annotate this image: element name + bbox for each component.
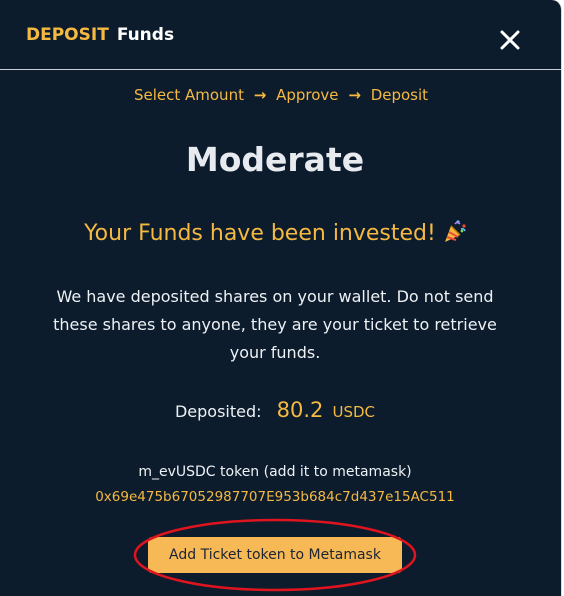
modal-header: DEPOSIT Funds	[0, 0, 561, 70]
deposited-currency: USDC	[332, 403, 376, 421]
close-icon[interactable]	[498, 28, 522, 52]
success-message: Your Funds have been invested!	[84, 221, 436, 246]
token-address: 0x69e475b67052987707E953b684c7d437e15AC5…	[95, 489, 455, 505]
step-select-amount: Select Amount	[133, 86, 244, 104]
modal-title: Funds	[116, 24, 175, 45]
deposited-label: Deposited:	[174, 402, 262, 421]
add-token-to-metamask-button[interactable]: Add Ticket token to Metamask	[148, 537, 402, 573]
success-message-row: Your Funds have been invested!	[0, 218, 552, 250]
modal-title-accent: DEPOSIT	[26, 24, 109, 45]
step-deposit: Deposit	[370, 86, 429, 104]
strategy-name: Moderate	[185, 140, 365, 179]
deposited-row: Deposited: 80.2 USDC	[0, 398, 550, 422]
deposited-amount: 80.2	[276, 398, 324, 422]
party-popper-icon	[442, 218, 468, 250]
token-label: m_evUSDC token (add it to metamask)	[138, 464, 412, 480]
deposit-description: We have deposited shares on your wallet.…	[53, 287, 497, 362]
deposit-steps: Select Amount → Approve → Deposit	[0, 86, 562, 104]
deposit-funds-modal: DEPOSIT Funds Select Amount → Approve → …	[0, 0, 562, 596]
arrow-right-icon: →	[253, 86, 267, 104]
step-approve: Approve	[276, 86, 339, 104]
arrow-right-icon: →	[348, 86, 361, 104]
